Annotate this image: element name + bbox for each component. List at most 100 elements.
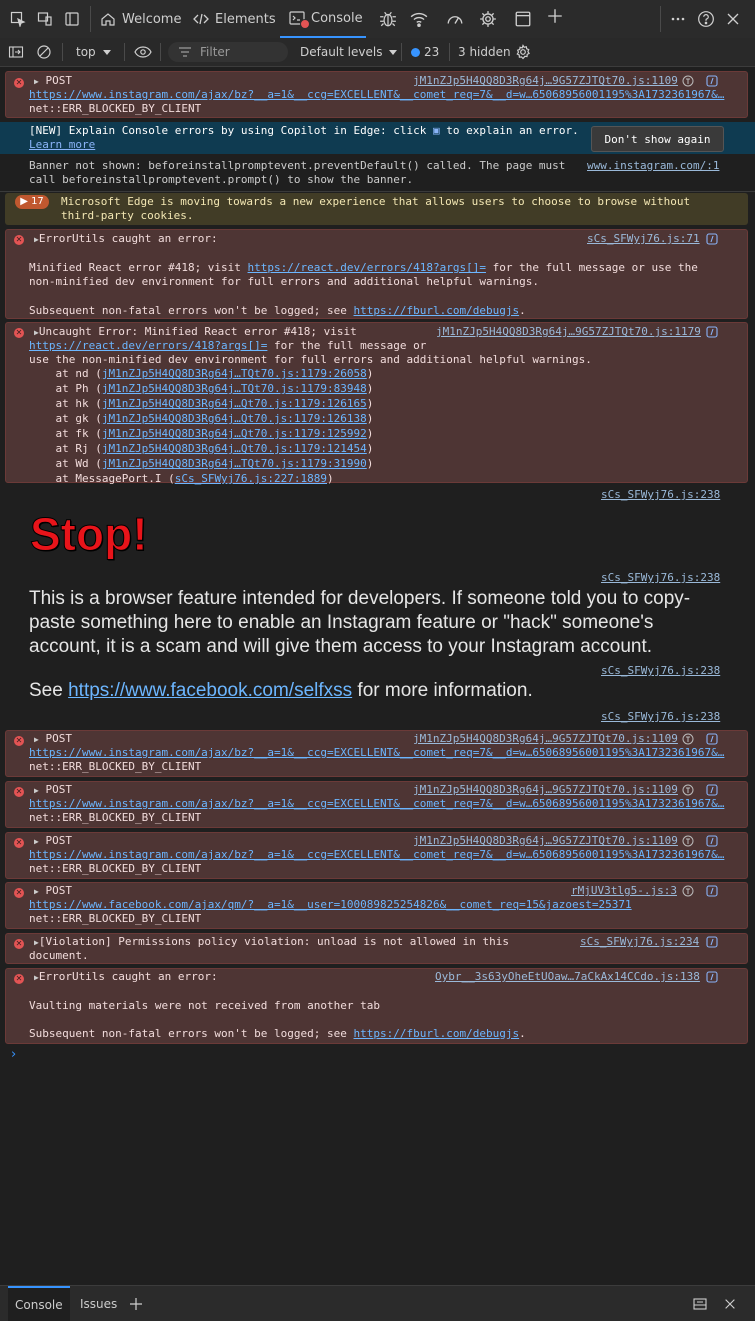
drawer-tab-issues[interactable]: Issues <box>80 1286 117 1321</box>
debugjs-link[interactable]: https://fburl.com/debugjs <box>354 304 520 317</box>
copilot-explain-icon[interactable] <box>706 233 718 245</box>
console-error-message[interactable]: ✕ ▶ POST jM1nZJp5H4QQ8D3Rg64j…9G57ZJTQt7… <box>5 71 748 118</box>
dont-show-again-button[interactable]: Don't show again <box>591 126 724 152</box>
console-settings-gear-icon[interactable] <box>515 38 531 66</box>
stack-frame-link[interactable]: jM1nZJp5H4QQ8D3Rg64j…Qt70.js:1179:125992 <box>102 427 367 440</box>
source-link[interactable]: jM1nZJp5H4QQ8D3Rg64j…9G57ZJTQt70.js:1109 <box>413 834 678 848</box>
request-url-link[interactable]: https://www.instagram.com/ajax/bz?__a=1&… <box>29 88 724 102</box>
stack-frame-link[interactable]: jM1nZJp5H4QQ8D3Rg64j…TQt70.js:1179:31990 <box>102 457 367 470</box>
network-wifi-icon[interactable] <box>409 9 429 29</box>
more-options-icon[interactable] <box>668 9 688 29</box>
tab-console[interactable]: Console <box>280 0 366 38</box>
help-icon[interactable] <box>696 9 716 29</box>
inspect-element-icon[interactable] <box>8 9 28 29</box>
live-expression-eye-icon[interactable] <box>134 38 152 66</box>
error-body-line1: Minified React error #418; visit https:/… <box>29 261 698 274</box>
console-toolbar: top Filter Default levels 23 3 hidden <box>0 38 755 67</box>
stack-frame: at nd (jM1nZJp5H4QQ8D3Rg64j…TQt70.js:117… <box>29 367 374 380</box>
stack-frame: at Ph (jM1nZJp5H4QQ8D3Rg64j…TQt70.js:117… <box>29 382 374 395</box>
console-error-message[interactable]: ✕ ▶ POST jM1nZJp5H4QQ8D3Rg64j…9G57ZJTQt7… <box>5 730 748 777</box>
console-error-message[interactable]: ✕ ▶ POST jM1nZJp5H4QQ8D3Rg64j…9G57ZJTQt7… <box>5 832 748 879</box>
network-request-icon[interactable] <box>682 835 694 847</box>
copilot-explain-icon[interactable] <box>706 326 718 338</box>
request-url-link[interactable]: https://www.facebook.com/ajax/qm/?__a=1&… <box>29 898 632 912</box>
source-link[interactable]: Oybr__3s63yOheEtUOaw…7aCkAx14CCdo.js:138 <box>435 970 700 984</box>
stack-frame-link[interactable]: sCs_SFWyj76.js:227:1889 <box>175 472 327 485</box>
drawer-tab-console[interactable]: Console <box>8 1286 70 1321</box>
error-title: ▶ErrorUtils caught an error: <box>34 970 218 983</box>
copilot-explain-icon[interactable] <box>706 75 718 87</box>
selfxss-warning-text: This is a browser feature intended for d… <box>29 587 739 659</box>
request-url-link[interactable]: https://www.instagram.com/ajax/bz?__a=1&… <box>29 797 724 811</box>
performance-gauge-icon[interactable] <box>445 9 465 29</box>
copilot-explain-icon[interactable] <box>706 733 718 745</box>
stack-frame-link[interactable]: jM1nZJp5H4QQ8D3Rg64j…Qt70.js:1179:126138 <box>102 412 367 425</box>
code-icon <box>193 13 209 25</box>
filter-input[interactable]: Filter <box>168 42 288 62</box>
show-sidebar-icon[interactable] <box>8 38 24 66</box>
stack-frame: at fk (jM1nZJp5H4QQ8D3Rg64j…Qt70.js:1179… <box>29 427 374 440</box>
network-request-icon[interactable] <box>682 885 694 897</box>
network-request-icon[interactable] <box>682 784 694 796</box>
copilot-explain-icon[interactable] <box>706 971 718 983</box>
issues-counter[interactable]: 23 <box>411 38 439 66</box>
context-selector-value: top <box>76 45 96 59</box>
request-url-link[interactable]: https://www.instagram.com/ajax/bz?__a=1&… <box>29 848 724 862</box>
stack-frame-link[interactable]: jM1nZJp5H4QQ8D3Rg64j…TQt70.js:1179:26058 <box>102 367 367 380</box>
add-tab-icon[interactable] <box>545 6 565 26</box>
stack-frame-link[interactable]: jM1nZJp5H4QQ8D3Rg64j…TQt70.js:1179:83948 <box>102 382 367 395</box>
close-drawer-icon[interactable] <box>723 1286 737 1321</box>
error-icon: ✕ <box>14 78 24 88</box>
source-link[interactable]: sCs_SFWyj76.js:238 <box>601 664 720 678</box>
source-link[interactable]: www.instagram.com/:1 <box>587 159 719 173</box>
caret-down-icon <box>389 50 398 55</box>
console-error-message[interactable]: ✕ ▶[Violation] Permissions policy violat… <box>5 933 748 964</box>
source-link[interactable]: sCs_SFWyj76.js:71 <box>587 232 700 246</box>
debugjs-link[interactable]: https://fburl.com/debugjs <box>354 1027 520 1040</box>
error-icon: ✕ <box>14 235 24 245</box>
close-devtools-icon[interactable] <box>723 9 743 29</box>
tab-elements[interactable]: Elements <box>193 0 276 38</box>
request-url-link[interactable]: https://www.instagram.com/ajax/bz?__a=1&… <box>29 746 724 760</box>
source-link[interactable]: sCs_SFWyj76.js:238 <box>601 571 720 585</box>
network-request-icon[interactable] <box>682 733 694 745</box>
source-link[interactable]: jM1nZJp5H4QQ8D3Rg64j…9G57ZJTQt70.js:1109 <box>413 74 678 88</box>
selfxss-link[interactable]: https://www.facebook.com/selfxss <box>68 680 352 701</box>
application-panel-icon[interactable] <box>513 9 533 29</box>
source-link[interactable]: jM1nZJp5H4QQ8D3Rg64j…9G57ZJTQt70.js:1109 <box>413 783 678 797</box>
console-error-message[interactable]: ✕ ▶Uncaught Error: Minified React error … <box>5 322 748 485</box>
network-request-icon[interactable] <box>682 75 694 87</box>
source-link[interactable]: sCs_SFWyj76.js:238 <box>601 488 720 502</box>
stack-frame-link[interactable]: jM1nZJp5H4QQ8D3Rg64j…Qt70.js:1179:121454 <box>102 442 367 455</box>
source-link[interactable]: jM1nZJp5H4QQ8D3Rg64j…9G57ZJTQt70.js:1179 <box>436 325 701 339</box>
memory-chip-icon[interactable] <box>478 9 498 29</box>
react-error-link[interactable]: https://react.dev/errors/418?args[]= <box>248 261 486 274</box>
source-link[interactable]: sCs_SFWyj76.js:238 <box>601 710 720 724</box>
sidebar-toggle-icon[interactable] <box>62 9 82 29</box>
console-input[interactable] <box>24 1049 744 1065</box>
source-link[interactable]: rMjUV3tlg5-.js:3 <box>571 884 677 898</box>
copilot-explain-icon[interactable] <box>706 936 718 948</box>
bug-icon[interactable] <box>378 9 398 29</box>
console-error-message[interactable]: ✕ ▶ErrorUtils caught an error: Oybr__3s6… <box>5 968 748 1044</box>
source-link[interactable]: jM1nZJp5H4QQ8D3Rg64j…9G57ZJTQt70.js:1109 <box>413 732 678 746</box>
react-error-link[interactable]: https://react.dev/errors/418?args[]= <box>29 339 267 352</box>
console-error-message[interactable]: ✕ ▶ POST rMjUV3tlg5-.js:3 https://www.fa… <box>5 882 748 929</box>
drawer-add-tab-icon[interactable] <box>128 1286 144 1321</box>
console-error-message[interactable]: ✕ ▶ErrorUtils caught an error: sCs_SFWyj… <box>5 229 748 319</box>
log-levels-dropdown[interactable]: Default levels <box>300 38 398 66</box>
dock-drawer-icon[interactable] <box>692 1286 708 1321</box>
device-emulation-icon[interactable] <box>35 9 55 29</box>
source-link[interactable]: sCs_SFWyj76.js:234 <box>580 935 699 949</box>
stack-frame-link[interactable]: jM1nZJp5H4QQ8D3Rg64j…Qt70.js:1179:126165 <box>102 397 367 410</box>
copilot-explain-icon[interactable] <box>706 784 718 796</box>
hidden-count-label: 3 hidden <box>458 45 511 59</box>
tab-welcome[interactable]: Welcome <box>100 0 181 38</box>
context-selector[interactable]: top <box>76 38 112 66</box>
clear-console-icon[interactable] <box>36 38 52 66</box>
filter-icon <box>179 47 191 57</box>
learn-more-link[interactable]: Learn more <box>29 138 95 152</box>
copilot-explain-icon[interactable] <box>706 835 718 847</box>
copilot-explain-icon[interactable] <box>706 885 718 897</box>
console-error-message[interactable]: ✕ ▶ POST jM1nZJp5H4QQ8D3Rg64j…9G57ZJTQt7… <box>5 781 748 828</box>
